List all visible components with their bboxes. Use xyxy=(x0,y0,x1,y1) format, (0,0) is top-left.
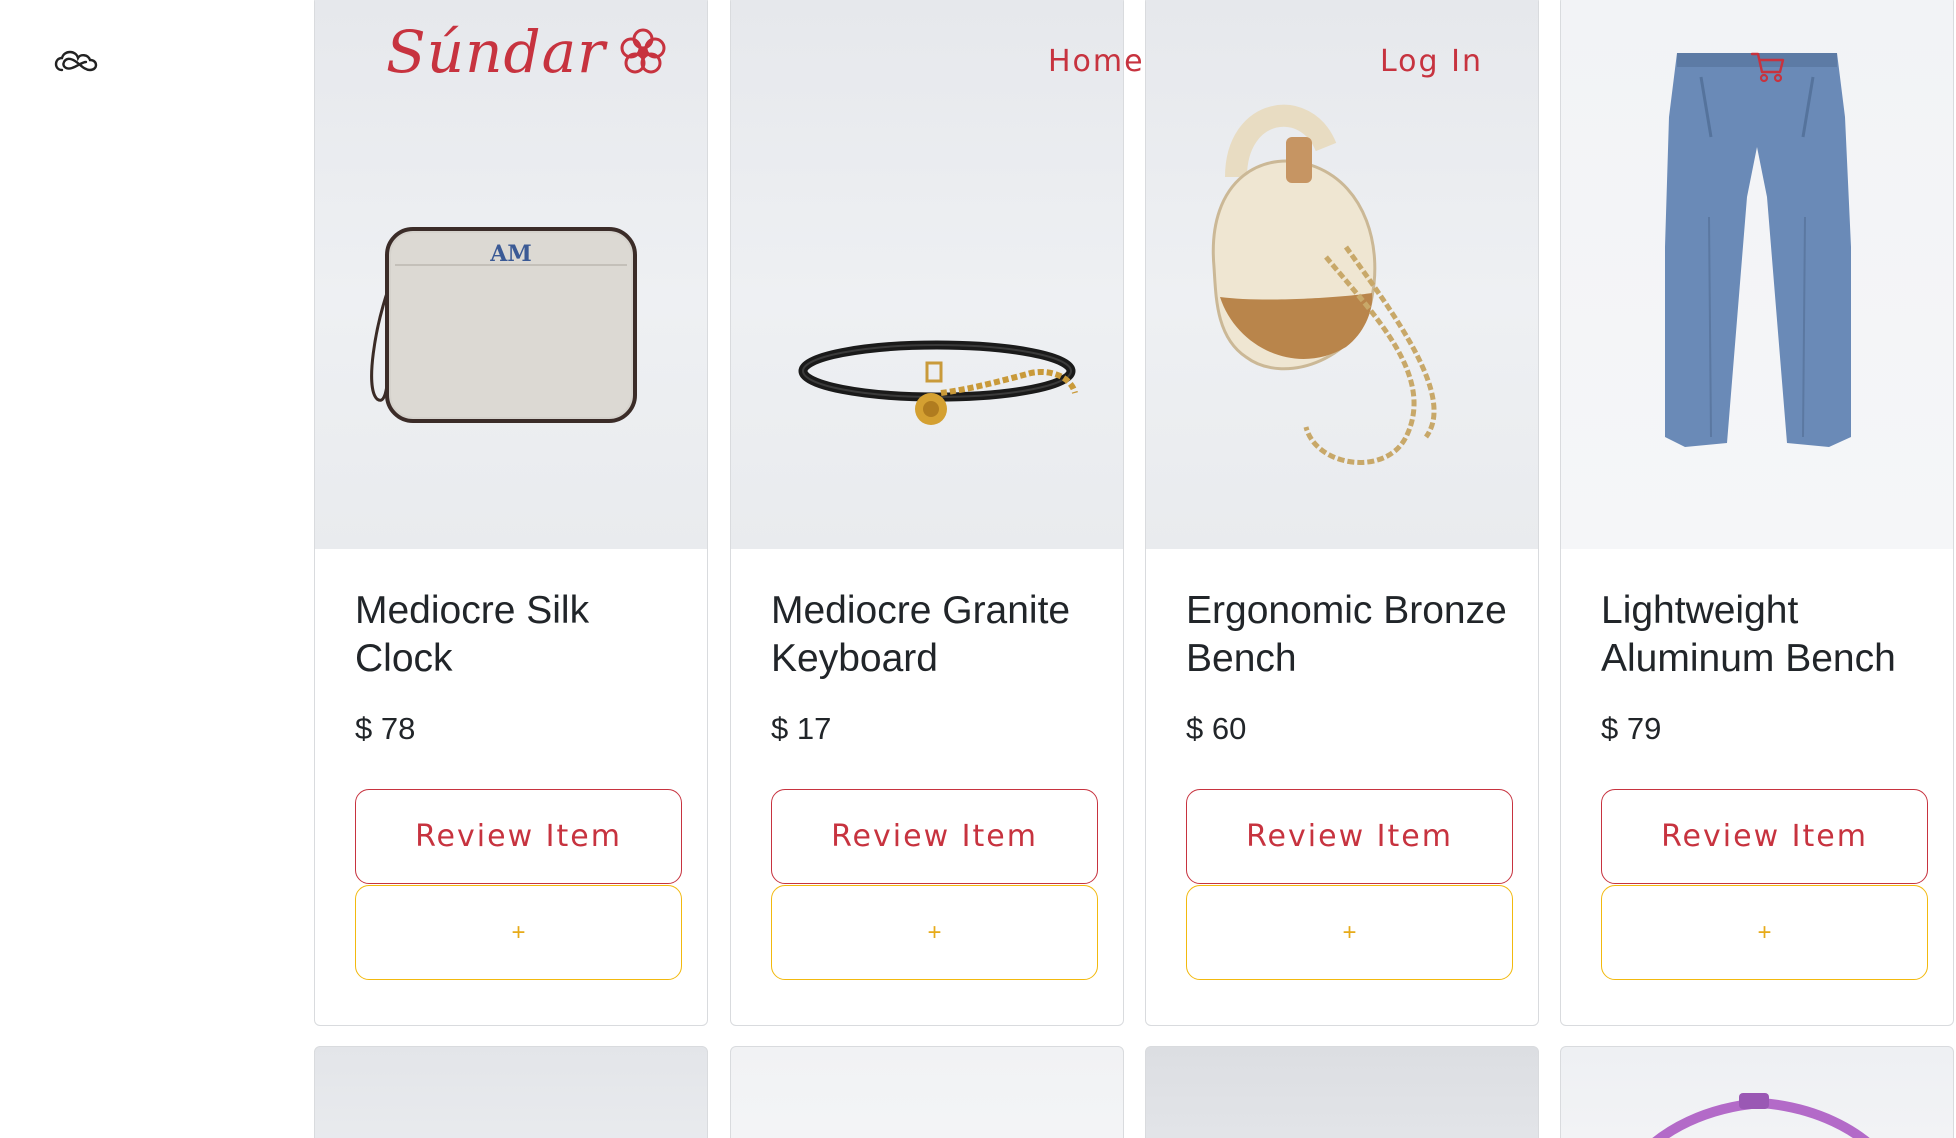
product-price: $ 78 xyxy=(355,711,416,746)
product-card[interactable] xyxy=(1145,1046,1539,1138)
product-image[interactable] xyxy=(1146,0,1538,549)
product-card: Lightweight Aluminum Bench $ 79 Review I… xyxy=(1560,0,1954,1026)
brand-name: Súndar xyxy=(386,18,606,86)
product-card[interactable] xyxy=(314,1046,708,1138)
product-title: Lightweight Aluminum Bench xyxy=(1601,589,1896,680)
add-to-cart-button[interactable]: + xyxy=(1601,885,1928,980)
product-title: Mediocre Granite Keyboard xyxy=(771,589,1071,680)
add-to-cart-button[interactable]: + xyxy=(771,885,1098,980)
belt-illustration xyxy=(798,340,1078,425)
product-price: $ 60 xyxy=(1186,711,1247,746)
wicker-bag-illustration xyxy=(1211,104,1437,465)
review-item-button[interactable]: Review Item xyxy=(1601,789,1928,884)
product-card[interactable] xyxy=(1560,1046,1954,1138)
review-item-button[interactable]: Review Item xyxy=(771,789,1098,884)
cart-icon[interactable] xyxy=(1750,50,1786,84)
product-card[interactable] xyxy=(730,1046,1124,1138)
add-to-cart-button[interactable]: + xyxy=(1186,885,1513,980)
add-to-cart-button[interactable]: + xyxy=(355,885,682,980)
product-card: AM Mediocre Silk Clock $ 78 Review Item … xyxy=(314,0,708,1026)
review-item-button[interactable]: Review Item xyxy=(355,789,682,884)
brand-logo[interactable]: Súndar xyxy=(386,18,668,86)
product-card: Ergonomic Bronze Bench $ 60 Review Item … xyxy=(1145,0,1539,1026)
nav-home-link[interactable]: Home xyxy=(1048,44,1145,79)
flower-icon xyxy=(620,28,666,74)
product-price: $ 17 xyxy=(771,711,832,746)
cloud-logo-icon[interactable] xyxy=(50,46,100,78)
monogram-text: AM xyxy=(489,241,531,267)
product-price: $ 79 xyxy=(1601,711,1662,746)
review-item-button[interactable]: Review Item xyxy=(1186,789,1513,884)
product-title: Ergonomic Bronze Bench xyxy=(1186,589,1507,680)
product-title: Mediocre Silk Clock xyxy=(355,589,590,680)
purple-item-illustration xyxy=(1652,1093,1870,1138)
product-card: Mediocre Granite Keyboard $ 17 Review It… xyxy=(730,0,1124,1026)
nav-login-link[interactable]: Log In xyxy=(1380,44,1483,79)
product-image[interactable] xyxy=(731,0,1123,549)
